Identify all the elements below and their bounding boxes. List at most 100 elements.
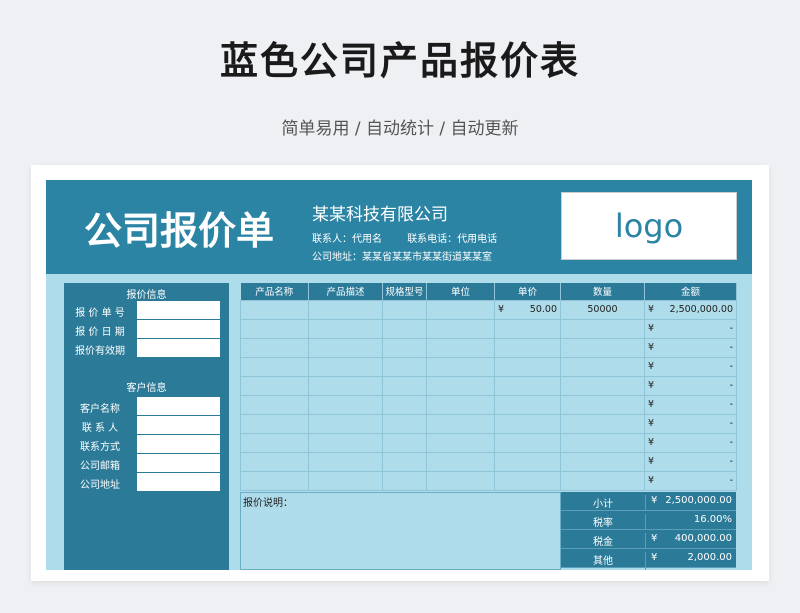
price-cell[interactable]: ¥50.00 <box>494 299 561 320</box>
table-cell[interactable] <box>382 318 427 339</box>
table-cell[interactable] <box>308 413 383 434</box>
table-row: ¥50.00 50000 ¥2,500,000.00 <box>240 299 737 320</box>
table-cell[interactable] <box>308 299 383 320</box>
price-cell[interactable] <box>494 394 561 415</box>
table-cell[interactable] <box>308 432 383 453</box>
banner-title: 公司报价单 <box>84 209 275 253</box>
field-row: 报 价 日 期 <box>64 320 229 339</box>
summary-label: 其他 <box>561 552 646 570</box>
price-cell[interactable] <box>494 318 561 339</box>
column-header: 规格型号 <box>382 283 427 300</box>
quantity-cell[interactable] <box>560 337 645 358</box>
page-subtitle: 简单易用 / 自动统计 / 自动更新 <box>281 119 519 139</box>
table-cell[interactable] <box>382 375 427 396</box>
table-cell[interactable] <box>308 318 383 339</box>
table-cell[interactable] <box>426 299 495 320</box>
table-cell[interactable] <box>308 470 383 491</box>
banner: 公司报价单 某某科技有限公司 联系人：代用名 联系电话：代用电话 公司地址：某某… <box>46 180 752 274</box>
company-address: 公司地址：某某省某某市某某街道某某室 <box>312 252 492 263</box>
column-header: 单位 <box>426 283 495 300</box>
price-cell[interactable] <box>494 432 561 453</box>
table-row: ¥ - <box>240 432 737 453</box>
table-cell[interactable] <box>240 299 309 320</box>
summary-value: 2,500,000.00 <box>665 495 732 506</box>
table-cell[interactable] <box>382 413 427 434</box>
quantity-cell[interactable] <box>560 318 645 339</box>
table-cell[interactable] <box>308 451 383 472</box>
info-panel: 报价信息 报 价 单 号报 价 日 期报价有效期 客户信息 客户名称联 系 人联… <box>64 283 229 570</box>
table-cell[interactable] <box>240 318 309 339</box>
amount-value: 2,500,000.00 <box>669 304 733 315</box>
table-cell[interactable] <box>240 432 309 453</box>
field-input[interactable] <box>137 454 220 472</box>
price-cell[interactable] <box>494 470 561 491</box>
table-cell[interactable] <box>426 394 495 415</box>
company-name: 某某科技有限公司 <box>312 205 448 225</box>
table-row: ¥ - <box>240 451 737 472</box>
table-row: ¥ - <box>240 318 737 339</box>
table-cell[interactable] <box>382 299 427 320</box>
table-cell[interactable] <box>426 432 495 453</box>
price-cell[interactable] <box>494 451 561 472</box>
summary-value: 16.00% <box>693 514 732 525</box>
summary-row: 其他 ¥2,000.00 <box>561 549 736 570</box>
table-cell[interactable] <box>382 356 427 377</box>
table-cell[interactable] <box>382 470 427 491</box>
table-cell[interactable] <box>382 394 427 415</box>
notes-area[interactable]: 报价说明： <box>240 492 561 570</box>
table-cell[interactable] <box>308 394 383 415</box>
table-cell[interactable] <box>240 451 309 472</box>
field-label: 报 价 日 期 <box>75 327 125 338</box>
table-row: ¥ - <box>240 413 737 434</box>
amount-value: - <box>729 323 733 334</box>
table-cell[interactable] <box>426 413 495 434</box>
table-cell[interactable] <box>426 451 495 472</box>
field-input[interactable] <box>137 301 220 319</box>
table-cell[interactable] <box>426 470 495 491</box>
field-input[interactable] <box>137 339 220 357</box>
quantity-cell[interactable] <box>560 451 645 472</box>
field-input[interactable] <box>137 435 220 453</box>
table-cell[interactable] <box>240 394 309 415</box>
field-label: 公司邮箱 <box>80 461 120 472</box>
table-cell[interactable] <box>382 432 427 453</box>
field-input[interactable] <box>137 473 220 491</box>
customer-info-heading: 客户信息 <box>126 383 167 394</box>
quantity-cell[interactable] <box>560 375 645 396</box>
amount-value: - <box>729 418 733 429</box>
field-row: 报 价 单 号 <box>64 301 229 320</box>
table-cell[interactable] <box>382 337 427 358</box>
price-cell[interactable] <box>494 356 561 377</box>
currency-symbol: ¥ <box>651 495 658 506</box>
price-cell[interactable] <box>494 375 561 396</box>
table-cell[interactable] <box>240 356 309 377</box>
price-cell[interactable] <box>494 337 561 358</box>
table-cell[interactable] <box>240 470 309 491</box>
field-input[interactable] <box>137 320 220 338</box>
quantity-cell[interactable] <box>560 432 645 453</box>
quantity-cell[interactable] <box>560 470 645 491</box>
table-cell[interactable] <box>426 356 495 377</box>
logo-placeholder[interactable]: logo <box>561 192 737 260</box>
table-cell[interactable] <box>426 337 495 358</box>
quantity-cell[interactable]: 50000 <box>560 299 645 320</box>
table-row: ¥ - <box>240 337 737 358</box>
quantity-cell[interactable] <box>560 394 645 415</box>
quantity-cell[interactable] <box>560 356 645 377</box>
field-input[interactable] <box>137 416 220 434</box>
quantity-cell[interactable] <box>560 413 645 434</box>
table-cell[interactable] <box>426 375 495 396</box>
table-cell[interactable] <box>426 318 495 339</box>
table-cell[interactable] <box>308 375 383 396</box>
table-cell[interactable] <box>240 375 309 396</box>
table-cell[interactable] <box>382 451 427 472</box>
table-cell[interactable] <box>240 413 309 434</box>
field-label: 联系方式 <box>80 442 120 453</box>
field-input[interactable] <box>137 397 220 415</box>
table-cell[interactable] <box>308 337 383 358</box>
table-cell[interactable] <box>240 337 309 358</box>
page-title: 蓝色公司产品报价表 <box>219 39 580 83</box>
table-cell[interactable] <box>308 356 383 377</box>
price-cell[interactable] <box>494 413 561 434</box>
amount-cell: ¥2,500,000.00 <box>644 299 737 320</box>
